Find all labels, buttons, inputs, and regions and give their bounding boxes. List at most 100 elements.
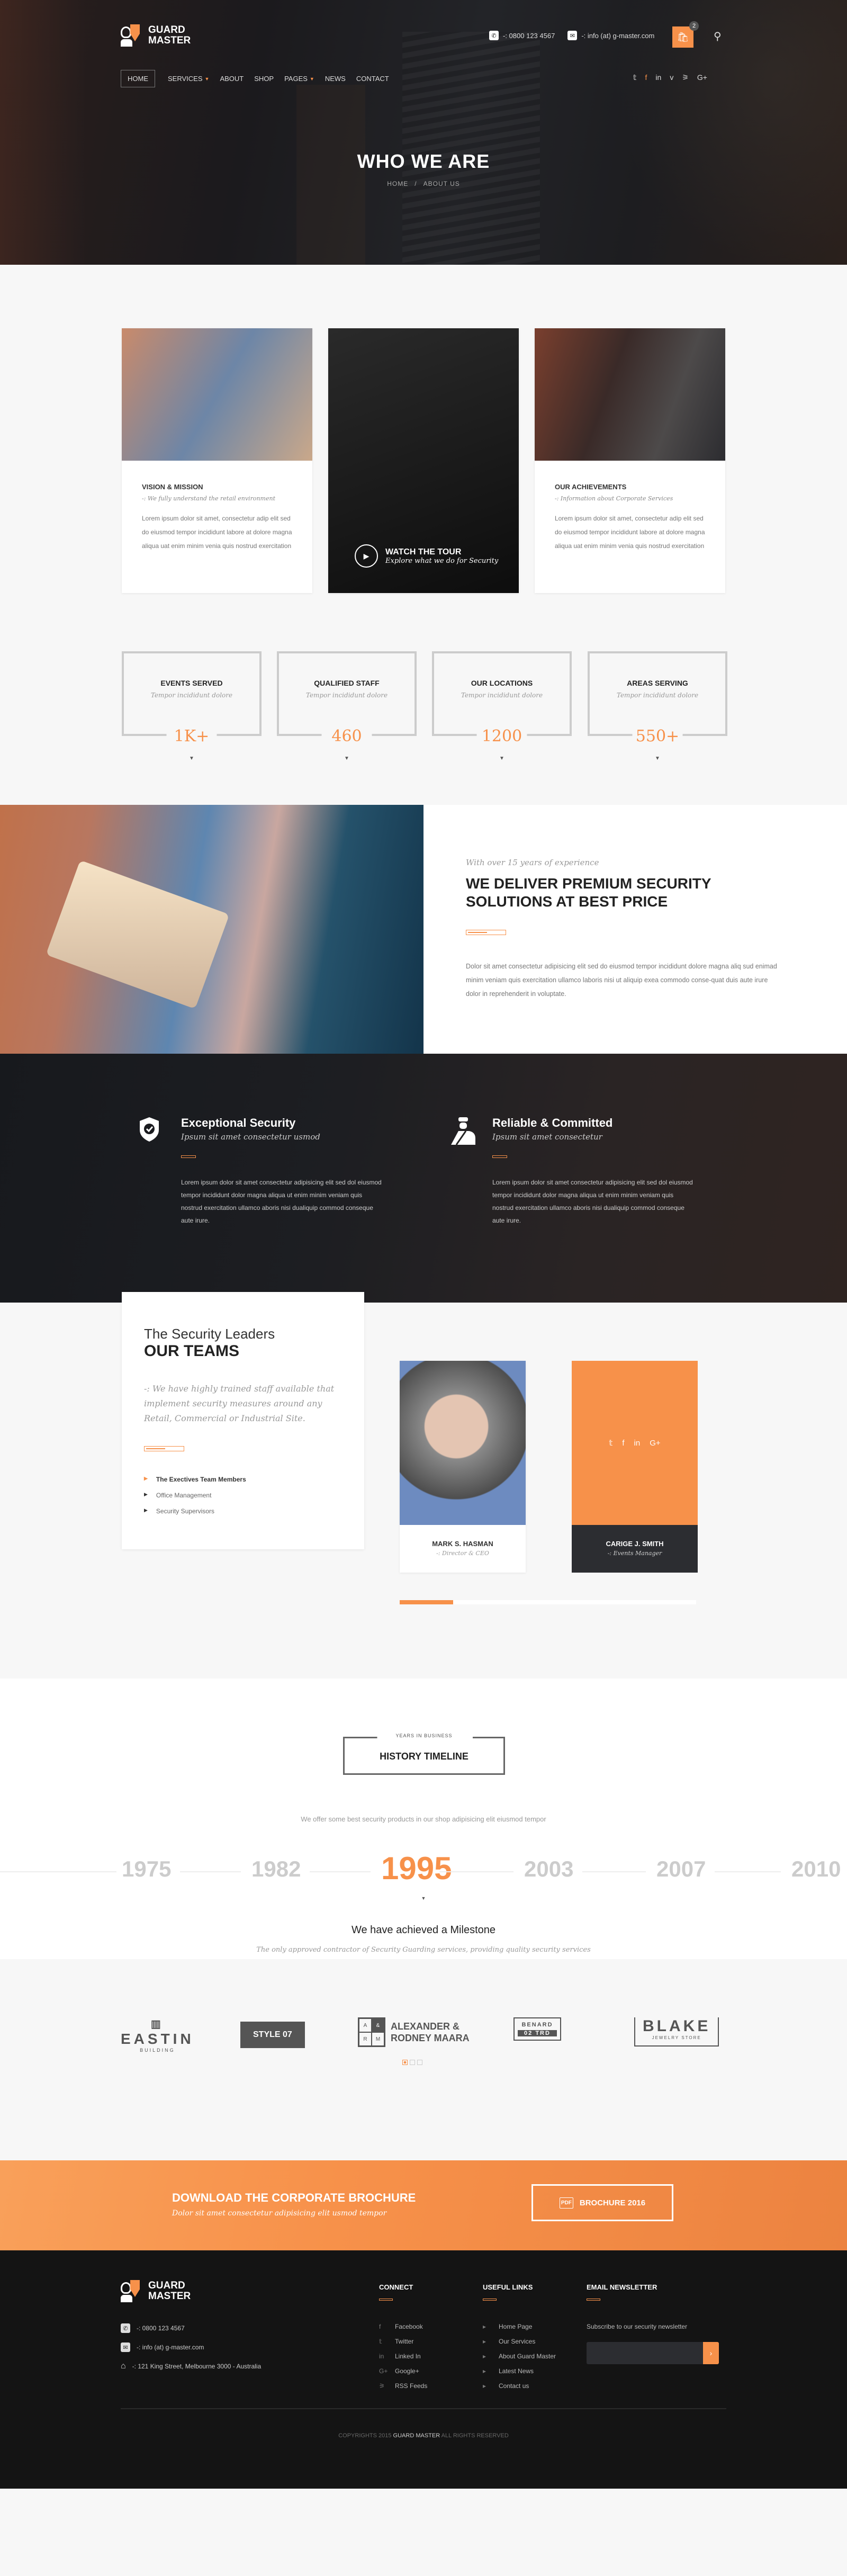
footer-connect: CONNECT f Facebook 𝕥 Twitter in Linked In G… [379,2283,427,2397]
breadcrumb-current: ABOUT US [423,180,460,187]
facebook-icon[interactable]: f [645,73,647,82]
breadcrumb-home[interactable]: HOME [387,180,408,187]
team-member-card[interactable]: MARK S. HASMAN -: Director & CEO [400,1361,526,1573]
linkedin-icon[interactable]: in [634,1439,641,1448]
header-email[interactable]: -: info (at) g-master.com [581,32,654,40]
member-role: -: Director & CEO [436,1550,489,1557]
client-logo-benard[interactable]: BENARD 02 TRD [513,2017,561,2041]
premium-title: WE DELIVER PREMIUM SECURITY SOLUTIONS AT… [466,875,711,910]
footer-col-title: EMAIL NEWSLETTER [587,2283,657,2291]
team-carousel-scrollbar[interactable] [400,1600,696,1604]
arrow-down-icon: ▼ [189,756,194,761]
history-title: HISTORY TIMELINE [380,1751,468,1762]
team-member-card[interactable]: 𝕥 f in G+ CARIGE J. SMITH -: Events Mana… [572,1361,698,1573]
google-plus-icon[interactable]: G+ [650,1439,660,1448]
timeline-year[interactable]: 2010 [791,1856,841,1882]
copyright-brand[interactable]: GUARD MASTER [393,2433,440,2439]
timeline-year[interactable]: 1995 [381,1850,452,1887]
nav-contact[interactable]: CONTACT [351,70,394,87]
scrollbar-thumb[interactable] [400,1600,453,1604]
client-logo-eastin[interactable]: ▥ EASTIN BUILDING [121,2017,194,2053]
footer-address: -: 121 King Street, Melbourne 3000 - Aus… [132,2363,262,2370]
stat-desc: Tempor incididunt dolore [461,692,543,699]
tour-title: WATCH THE TOUR [385,547,462,557]
brochure-banner: DOWNLOAD THE CORPORATE BROCHURE Dolor si… [0,2160,847,2250]
timeline-connector [310,1871,371,1872]
divider [587,2299,600,2301]
newsletter-email-input[interactable] [587,2342,703,2364]
twitter-icon[interactable]: 𝕥 [609,1438,612,1448]
footer-link[interactable]: ▸ Home Page [483,2323,556,2330]
client-name: RODNEY MAARA [391,2033,470,2043]
newsletter-submit-button[interactable]: › [703,2342,719,2364]
stat-desc: Tempor incididunt dolore [616,692,699,699]
client-logo-style07[interactable]: STYLE 07 [240,2022,305,2048]
arrow-down-icon: ▼ [499,756,504,761]
site-logo[interactable]: GUARD MASTER [121,24,191,47]
mail-icon: ✉ [567,31,578,40]
nav-pages[interactable]: PAGES ▼ [279,70,320,87]
nav-about[interactable]: ABOUT [214,70,249,87]
timeline-connector [439,1871,513,1872]
timeline-year[interactable]: 2003 [524,1856,573,1882]
search-icon[interactable]: ⚲ [714,30,722,43]
logo-line2: MASTER [148,35,191,46]
google-plus-icon[interactable]: G+ [697,73,707,82]
team-tab-executives[interactable]: ▶ The Exectives Team Members [144,1476,342,1483]
footer-logo[interactable]: GUARD MASTER [121,2280,191,2302]
twitter-icon[interactable]: 𝕥 [633,73,637,82]
link-label: About Guard Master [499,2353,556,2360]
rss-icon[interactable]: ⚞ [682,73,689,82]
facebook-icon[interactable]: f [622,1439,624,1448]
timeline-year[interactable]: 1975 [122,1856,171,1882]
nav-news[interactable]: NEWS [320,70,351,87]
brochure-download-button[interactable]: PDF BROCHURE 2016 [531,2184,673,2221]
copyright-pre: COPYRIGHTS 2015 [338,2433,392,2439]
footer-link-twitter[interactable]: 𝕥 Twitter [379,2338,427,2345]
footer-link-facebook[interactable]: f Facebook [379,2323,427,2330]
chevron-right-icon: › [709,2349,713,2357]
stat-desc: Tempor incididunt dolore [150,692,233,699]
footer-link[interactable]: ▸ Contact us [483,2382,556,2390]
stat-desc: Tempor incididunt dolore [305,692,388,699]
timeline-connector [715,1871,781,1872]
stat-value: 1K+ [174,727,210,746]
vision-image [122,328,312,461]
pager-dot[interactable] [402,2060,408,2065]
logo-line2: MASTER [148,2291,191,2302]
cart-button[interactable]: 🛍 2 [672,21,699,48]
footer-link-linkedin[interactable]: in Linked In [379,2353,427,2360]
footer-link-rss[interactable]: ⚞ RSS Feeds [379,2382,427,2390]
monogram-cell: M [372,2032,384,2046]
monogram-cell: R [359,2032,372,2046]
link-label: Latest News [499,2367,534,2375]
client-logo-blake[interactable]: BLAKE JEWELRY STORE [634,2017,719,2047]
nav-home[interactable]: HOME [121,70,155,87]
stat-box: OUR LOCATIONS Tempor incididunt dolore 120… [432,651,572,761]
footer-link[interactable]: ▸ Our Services [483,2338,556,2345]
footer-phone: -: 0800 123 4567 [137,2324,185,2332]
feature-item: Reliable & Committed Ipsum sit amet cons… [450,1116,693,1227]
linkedin-icon[interactable]: in [655,73,661,82]
client-logo-alexander[interactable]: A & R M ALEXANDER & RODNEY MAARA [358,2017,470,2047]
nav-services[interactable]: SERVICES ▼ [163,70,214,87]
divider [492,1155,507,1158]
footer-link[interactable]: ▸ Latest News [483,2367,556,2375]
play-icon[interactable]: ▶ [355,544,378,568]
timeline-year[interactable]: 2007 [656,1856,706,1882]
team-tab-supervisors[interactable]: ▶ Security Supervisors [144,1507,342,1515]
nav-shop[interactable]: SHOP [249,70,279,87]
timeline-year[interactable]: 1982 [251,1856,301,1882]
footer-newsletter: EMAIL NEWSLETTER Subscribe to our securi… [587,2283,719,2364]
footer-link[interactable]: ▸ About Guard Master [483,2353,556,2360]
footer-link-google[interactable]: G+ Google+ [379,2367,427,2375]
guard-person-icon [450,1116,475,1146]
stat-title: EVENTS SERVED [160,679,223,687]
pager-dot[interactable] [410,2060,415,2065]
vimeo-icon[interactable]: v [670,73,673,82]
watch-tour-card[interactable]: ▶ WATCH THE TOUR Explore what we do for S… [328,328,519,593]
footer-email[interactable]: -: info (at) g-master.com [137,2344,204,2351]
mail-icon: ✉ [121,2342,130,2352]
team-tab-office[interactable]: ▶ Office Management [144,1492,342,1499]
pager-dot[interactable] [417,2060,422,2065]
